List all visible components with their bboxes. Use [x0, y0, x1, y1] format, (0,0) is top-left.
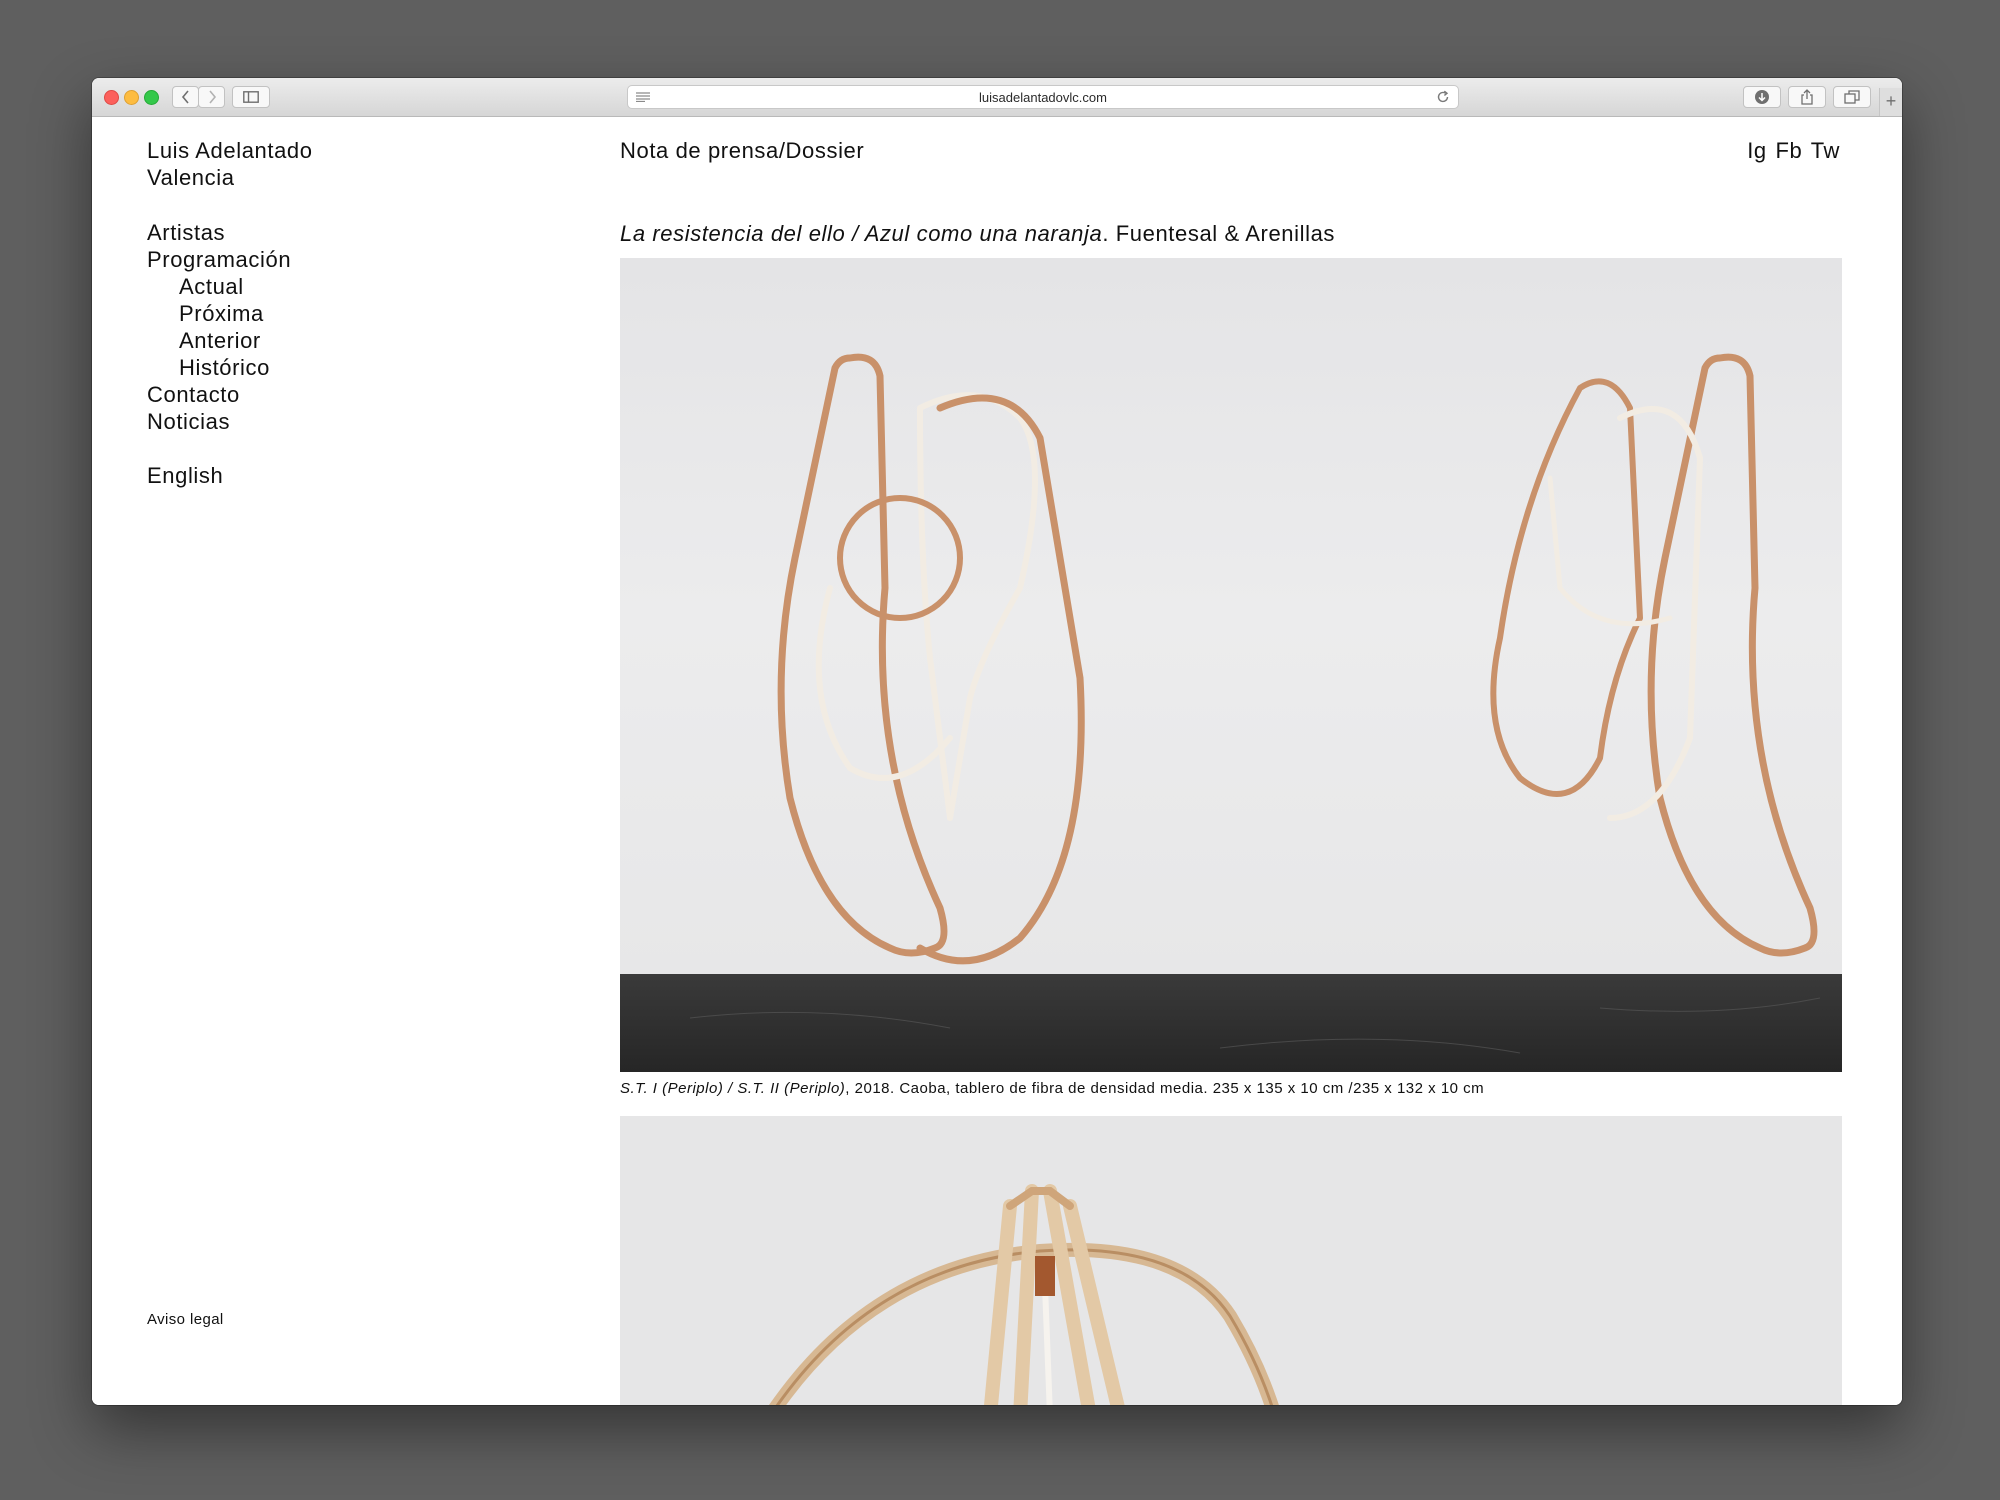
site-brand[interactable]: Luis Adelantado Valencia — [147, 137, 313, 191]
new-tab-icon: + — [1885, 91, 1897, 111]
twitter-link[interactable]: Tw — [1811, 138, 1840, 163]
browser-window: luisadelantadovlc.com + Luis Adelantado … — [92, 78, 1902, 1405]
exhibition-artists: . Fuentesal & Arenillas — [1102, 221, 1336, 246]
download-button[interactable] — [1743, 86, 1781, 108]
main-nav: Artistas Programación Actual Próxima Ant… — [147, 219, 291, 435]
language-link[interactable]: English — [147, 462, 223, 489]
back-button[interactable] — [172, 86, 199, 108]
nav-artistas[interactable]: Artistas — [147, 219, 291, 246]
browser-toolbar: luisadelantadovlc.com + — [92, 78, 1902, 117]
social-links: Ig Fb Tw — [1747, 137, 1840, 164]
web-page: Luis Adelantado Valencia Artistas Progra… — [92, 117, 1902, 1405]
forward-icon — [208, 90, 216, 104]
nav-historico[interactable]: Histórico — [147, 354, 291, 381]
minimize-window-button[interactable] — [124, 90, 139, 105]
tabs-icon — [1844, 90, 1860, 104]
back-icon — [181, 90, 189, 104]
facebook-link[interactable]: Fb — [1775, 138, 1802, 163]
nav-noticias[interactable]: Noticias — [147, 408, 291, 435]
nav-proxima[interactable]: Próxima — [147, 300, 291, 327]
sidebar-button[interactable] — [232, 86, 270, 108]
new-tab-button[interactable]: + — [1879, 88, 1902, 116]
artwork-title: S.T. I (Periplo) / S.T. II (Periplo) — [620, 1080, 846, 1097]
nav-contacto[interactable]: Contacto — [147, 381, 291, 408]
brand-name[interactable]: Luis Adelantado — [147, 137, 313, 164]
nav-actual[interactable]: Actual — [147, 273, 291, 300]
artwork-caption: S.T. I (Periplo) / S.T. II (Periplo), 20… — [620, 1079, 1484, 1099]
close-window-button[interactable] — [104, 90, 119, 105]
brand-city[interactable]: Valencia — [147, 164, 313, 191]
legal-link[interactable]: Aviso legal — [147, 1306, 224, 1333]
url-text: luisadelantadovlc.com — [979, 90, 1107, 105]
forward-button[interactable] — [198, 86, 225, 108]
sidebar-icon — [243, 91, 259, 103]
nav-programacion[interactable]: Programación — [147, 246, 291, 273]
artwork-details: , 2018. Caoba, tablero de fibra de densi… — [845, 1080, 1485, 1097]
artwork-photo-1[interactable] — [620, 258, 1842, 1072]
exhibition-title-italic: La resistencia del ello / Azul como una … — [620, 221, 1103, 246]
exhibition-title: La resistencia del ello / Azul como una … — [620, 220, 1335, 247]
tabs-overview-button[interactable] — [1833, 86, 1871, 108]
nav-anterior[interactable]: Anterior — [147, 327, 291, 354]
zoom-window-button[interactable] — [144, 90, 159, 105]
share-icon — [1801, 89, 1813, 105]
instagram-link[interactable]: Ig — [1747, 138, 1767, 163]
address-bar[interactable]: luisadelantadovlc.com — [627, 85, 1459, 109]
download-icon — [1755, 90, 1769, 104]
share-button[interactable] — [1788, 86, 1826, 108]
reload-icon[interactable] — [1436, 90, 1450, 104]
press-dossier-link[interactable]: Nota de prensa/Dossier — [620, 137, 864, 164]
artwork-photo-2[interactable] — [620, 1116, 1842, 1405]
